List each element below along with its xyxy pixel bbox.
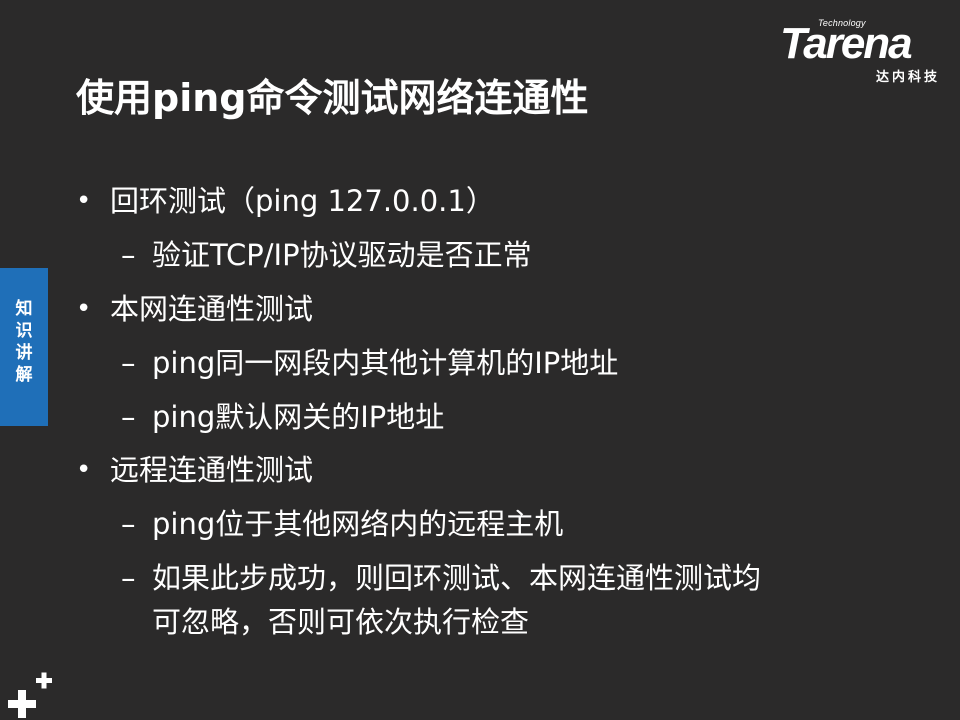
sub-bullet-if-success-line1: 如果此步成功，则回环测试、本网连通性测试均 [152, 561, 762, 595]
bullet-remote: 远程连通性测试 [110, 453, 314, 487]
sub-bullet-marker: – [121, 238, 136, 272]
logo-subtitle: 达内科技 [875, 70, 940, 85]
bullet-marker: • [76, 455, 92, 485]
tarena-logo: Technology Tarena 达内科技 [780, 18, 948, 88]
bullet-loopback: 回环测试（ping 127.0.0.1） [110, 184, 495, 218]
sub-bullet-marker: – [121, 400, 136, 434]
bullet-marker: • [76, 186, 92, 216]
sub-bullet-ping-gateway: ping默认网关的IP地址 [152, 400, 445, 434]
logo-wordmark: Tarena [780, 19, 913, 68]
side-tab: 知 识 讲 解 [0, 268, 48, 426]
sub-bullet-marker: – [121, 561, 136, 595]
slide-title: 使用ping命令测试网络连通性 [76, 76, 589, 120]
sub-bullet-marker: – [121, 346, 136, 380]
sub-bullet-ping-same-subnet: ping同一网段内其他计算机的IP地址 [152, 346, 619, 380]
plus-icon [8, 672, 52, 718]
side-tab-label: 知 识 讲 解 [15, 299, 33, 385]
sub-bullet-if-success-line2: 可忽略，否则可依次执行检查 [152, 605, 530, 639]
sub-bullet-ping-remote-host: ping位于其他网络内的远程主机 [152, 507, 564, 541]
sub-bullet-marker: – [121, 507, 136, 541]
bullet-marker: • [76, 294, 92, 324]
bullet-local-network: 本网连通性测试 [110, 292, 314, 326]
slide: Technology Tarena 达内科技 使用ping命令测试网络连通性 知… [0, 0, 960, 720]
sub-bullet-verify-tcpip: 验证TCP/IP协议驱动是否正常 [152, 238, 532, 272]
